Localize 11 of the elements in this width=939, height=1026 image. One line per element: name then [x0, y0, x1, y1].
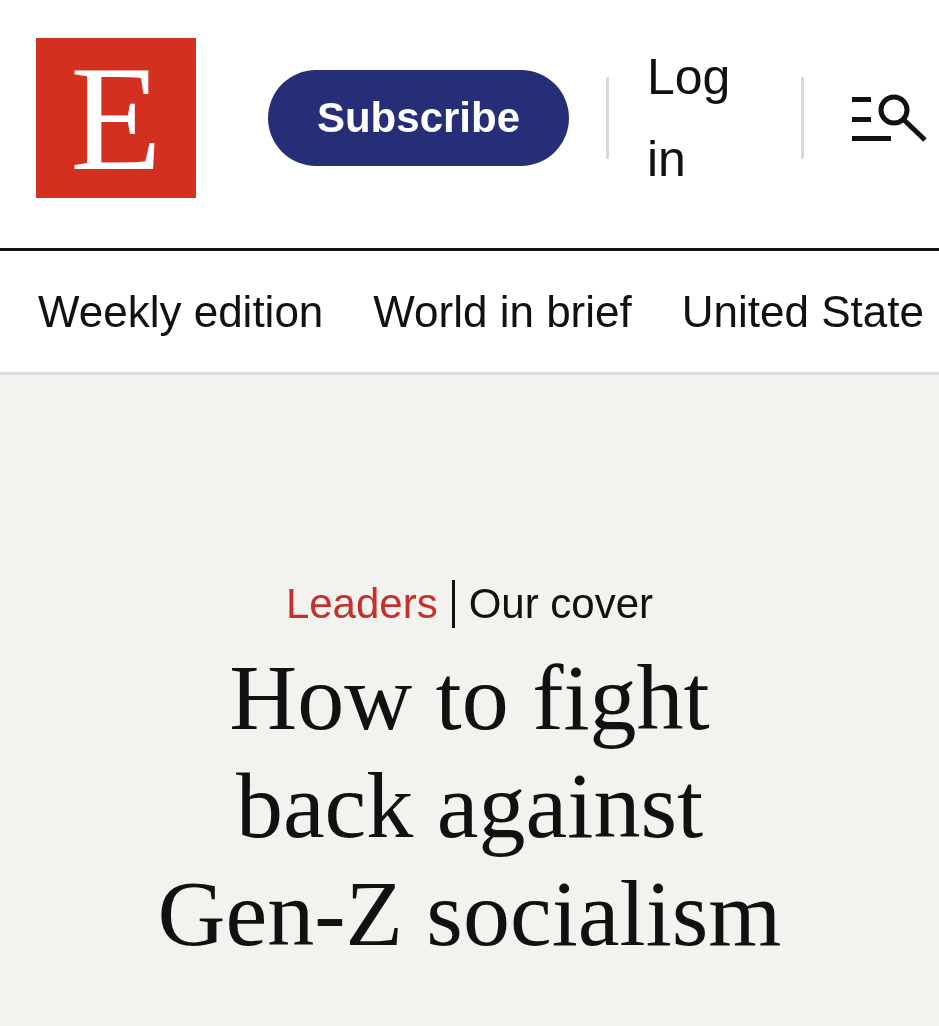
nav-link[interactable]: Weekly edition	[38, 283, 324, 340]
article-headline: How to fight back against Gen-Z socialism	[156, 644, 783, 967]
nav-link[interactable]: United State	[681, 283, 924, 340]
section-link[interactable]: Leaders	[285, 579, 438, 629]
nav-link[interactable]: World in brief	[373, 283, 632, 340]
menu-search-icon	[850, 93, 928, 143]
logo[interactable]: E	[36, 38, 196, 198]
rubric-label: Our cover	[468, 579, 654, 629]
subscribe-button[interactable]: Subscribe	[268, 70, 569, 166]
menu-search-button[interactable]	[850, 93, 928, 143]
login-link[interactable]: Log in	[647, 36, 743, 200]
